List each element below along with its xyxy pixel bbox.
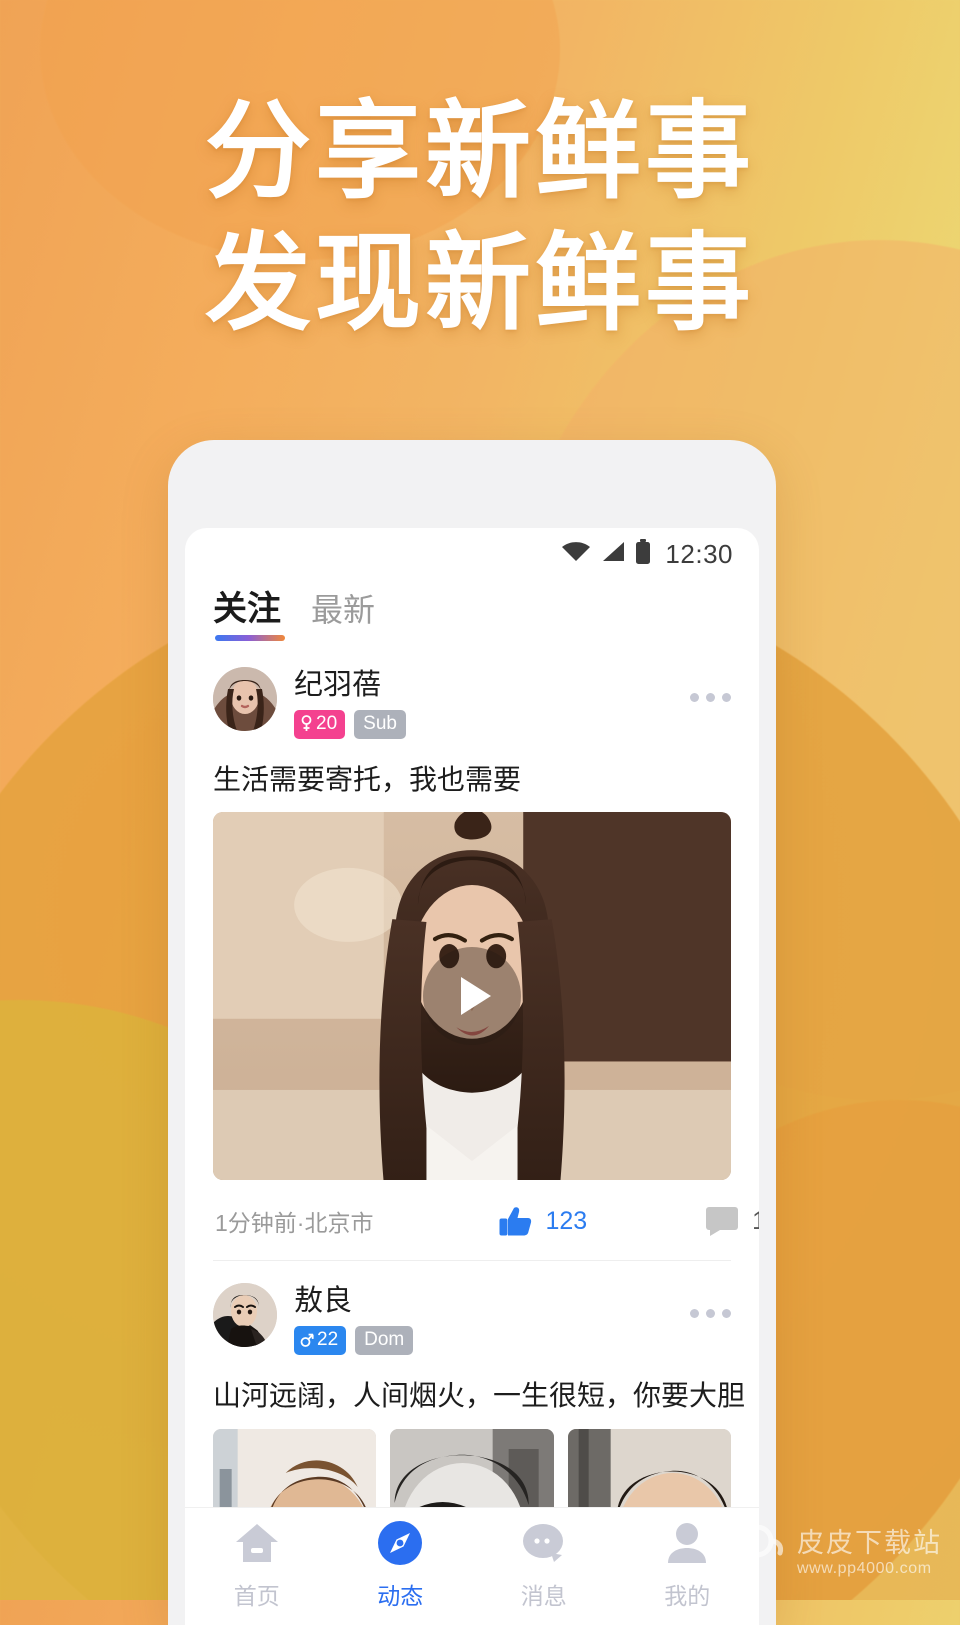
- gender-age-badge: 20: [294, 709, 346, 739]
- post-header: 纪羽蓓 20 Sub: [213, 667, 731, 739]
- post-photo[interactable]: [567, 1428, 731, 1507]
- post-badges: 22 Dom: [294, 1326, 673, 1355]
- like-count: 123: [545, 1206, 588, 1235]
- nav-item-moments[interactable]: 动态: [329, 1518, 473, 1611]
- tab-following[interactable]: 关注: [213, 590, 285, 645]
- status-bar: 12:30: [185, 528, 759, 580]
- role-badge: Dom: [355, 1326, 414, 1355]
- tab-following-label: 关注: [213, 590, 281, 628]
- bottom-navigation: 首页 动态 消息 我的: [185, 1507, 759, 1625]
- watermark-url: www.pp4000.com: [797, 1560, 932, 1578]
- nav-item-home[interactable]: 首页: [185, 1518, 329, 1611]
- nav-label-profile: 我的: [664, 1583, 711, 1609]
- post-timestamp: 1分钟前·北京市: [215, 1210, 374, 1237]
- status-bar-time: 12:30: [665, 538, 733, 569]
- wifi-icon: [561, 540, 591, 569]
- phone-mockup: 12:30 关注 最新 纪羽蓓 20 Sub 生活需要寄托，我也需要 1分钟前·…: [168, 440, 776, 1625]
- female-symbol-icon: [301, 715, 312, 732]
- post-text: 山河远阔，人间烟火，一生很短，你要大胆: [213, 1379, 746, 1411]
- more-options-icon[interactable]: [690, 667, 731, 703]
- tab-active-underline: [215, 635, 285, 642]
- age-value: 22: [317, 1329, 339, 1351]
- post-identity: 敖良 22 Dom: [294, 1283, 673, 1355]
- post-photo-grid: [213, 1428, 731, 1507]
- post-identity: 纪羽蓓 20 Sub: [294, 667, 673, 739]
- feed-post: 敖良 22 Dom 山河远阔，人间烟火，一生很短，你要大胆: [185, 1261, 759, 1507]
- battery-icon: [635, 538, 651, 570]
- home-icon: [232, 1518, 282, 1568]
- signal-icon: [600, 540, 626, 569]
- age-value: 20: [316, 712, 338, 734]
- background-blob-top: [40, 0, 560, 260]
- post-meta-row: 1分钟前·北京市 123 1234: [213, 1180, 759, 1260]
- post-author-name: 敖良: [294, 1285, 353, 1318]
- nav-label-moments: 动态: [377, 1583, 424, 1609]
- post-text: 生活需要寄托，我也需要: [213, 763, 522, 795]
- post-photo[interactable]: [213, 1428, 377, 1507]
- post-badges: 20 Sub: [294, 709, 673, 739]
- compass-icon: [375, 1518, 425, 1568]
- feed-post: 纪羽蓓 20 Sub 生活需要寄托，我也需要 1分钟前·北京市 123: [185, 645, 759, 1260]
- chat-bubble-icon: [519, 1518, 569, 1568]
- nav-item-messages[interactable]: 消息: [472, 1518, 616, 1611]
- comment-button[interactable]: 1234: [705, 1206, 759, 1237]
- feed-list[interactable]: 纪羽蓓 20 Sub 生活需要寄托，我也需要 1分钟前·北京市 123 敖良 2…: [185, 645, 759, 1507]
- thumbs-up-icon: [499, 1207, 532, 1236]
- person-icon: [662, 1518, 712, 1568]
- nav-label-home: 首页: [233, 1583, 280, 1609]
- gender-age-badge: 22: [294, 1326, 347, 1355]
- post-photo[interactable]: [390, 1428, 554, 1507]
- post-author-name: 纪羽蓓: [294, 669, 382, 702]
- pp-logo-icon: [735, 1524, 785, 1582]
- more-options-icon[interactable]: [690, 1283, 731, 1319]
- post-header: 敖良 22 Dom: [213, 1283, 731, 1355]
- avatar-female-icon[interactable]: [213, 667, 277, 732]
- post-video-thumbnail[interactable]: [213, 812, 731, 1181]
- site-watermark: 皮皮下载站 www.pp4000.com: [735, 1524, 942, 1582]
- avatar-male-icon[interactable]: [213, 1283, 277, 1348]
- tab-latest[interactable]: 最新: [311, 592, 375, 645]
- watermark-text: 皮皮下载站 www.pp4000.com: [797, 1527, 942, 1579]
- nav-label-messages: 消息: [520, 1583, 567, 1609]
- tab-latest-label: 最新: [311, 592, 376, 629]
- comment-bubble-icon: [706, 1207, 739, 1237]
- role-badge: Sub: [354, 709, 406, 739]
- male-symbol-icon: [300, 1333, 314, 1348]
- watermark-title: 皮皮下载站: [797, 1527, 942, 1558]
- comment-count: 1234: [752, 1207, 759, 1236]
- feed-tabs: 关注 最新: [185, 580, 759, 645]
- play-icon[interactable]: [423, 947, 521, 1046]
- like-button[interactable]: 123: [499, 1206, 587, 1237]
- phone-screen: 12:30 关注 最新 纪羽蓓 20 Sub 生活需要寄托，我也需要 1分钟前·…: [185, 528, 759, 1625]
